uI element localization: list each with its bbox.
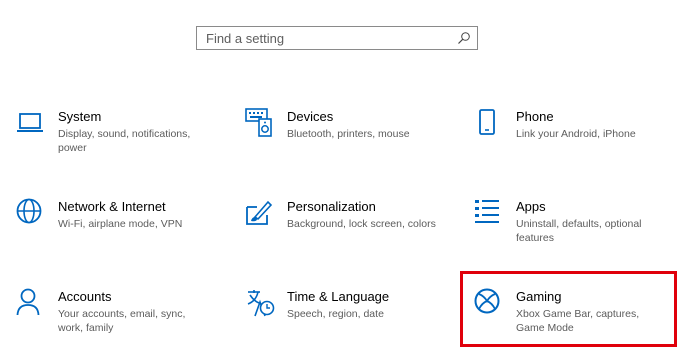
tile-title: Time & Language: [287, 289, 390, 304]
tile-description: Xbox Game Bar, captures, Game Mode: [516, 308, 640, 334]
xbox-icon: [474, 288, 504, 318]
tile-devices[interactable]: Devices Bluetooth, printers, mouse: [245, 108, 455, 184]
tile-title: System: [58, 109, 102, 124]
tile-description: Display, sound, notifications, power: [58, 128, 191, 154]
tile-phone[interactable]: Phone Link your Android, iPhone: [474, 108, 680, 184]
search-input[interactable]: [197, 27, 456, 49]
tile-description: Your accounts, email, sync, work, family: [58, 308, 186, 334]
search-box[interactable]: [196, 26, 478, 50]
tile-title: Accounts: [58, 289, 112, 304]
tile-title: Network & Internet: [58, 199, 166, 214]
laptop-icon: [16, 108, 46, 138]
tile-personalization[interactable]: Personalization Background, lock screen,…: [245, 198, 455, 274]
person-icon: [16, 288, 46, 318]
tile-title: Phone: [516, 109, 554, 124]
tile-network-internet[interactable]: Network & Internet Wi-Fi, airplane mode,…: [16, 198, 226, 274]
tile-title: Devices: [287, 109, 334, 124]
phone-icon: [474, 108, 504, 138]
search-icon[interactable]: [457, 31, 471, 45]
globe-icon: [16, 198, 46, 228]
tile-gaming[interactable]: Gaming Xbox Game Bar, captures, Game Mod…: [474, 288, 680, 364]
tile-system[interactable]: System Display, sound, notifications, po…: [16, 108, 226, 184]
tile-description: Speech, region, date: [287, 308, 384, 320]
tile-description: Link your Android, iPhone: [516, 128, 636, 140]
tile-description: Uninstall, defaults, optional features: [516, 218, 642, 244]
tile-description: Background, lock screen, colors: [287, 218, 436, 230]
tile-time-language[interactable]: Time & Language Speech, region, date: [245, 288, 455, 364]
paintbrush-icon: [245, 198, 275, 228]
apps-list-icon: [474, 198, 504, 228]
tile-accounts[interactable]: Accounts Your accounts, email, sync, wor…: [16, 288, 226, 364]
tile-title: Apps: [516, 199, 546, 214]
tile-description: Wi-Fi, airplane mode, VPN: [58, 218, 183, 230]
keyboard-speaker-icon: [245, 108, 275, 138]
tile-title: Personalization: [287, 199, 376, 214]
tile-title: Gaming: [516, 289, 562, 304]
tile-description: Bluetooth, printers, mouse: [287, 128, 410, 140]
tile-apps[interactable]: Apps Uninstall, defaults, optional featu…: [474, 198, 680, 274]
time-language-icon: [245, 288, 275, 318]
